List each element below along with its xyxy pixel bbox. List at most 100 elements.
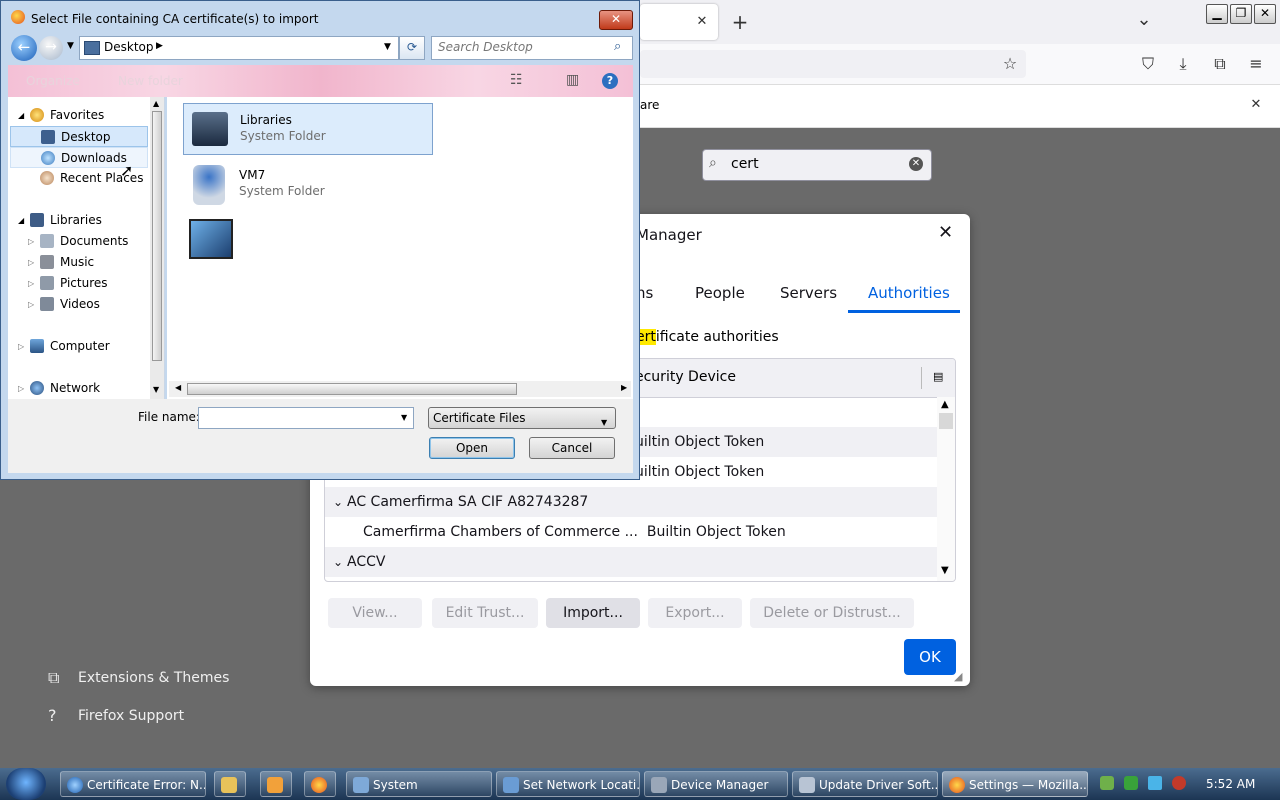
taskbar-item-firefox-settings[interactable]: Settings — Mozilla...	[942, 771, 1088, 797]
taskbar-item-certificate-error[interactable]: Certificate Error: N...	[60, 771, 206, 797]
nav-scrollbar[interactable]: ▲ ▼	[150, 97, 164, 399]
close-window-button[interactable]: ✕	[1254, 4, 1276, 24]
address-bar[interactable]: Desktop ▶ ▼	[79, 36, 399, 60]
tray-flag-icon[interactable]	[1124, 776, 1138, 790]
expand-icon[interactable]: ◢	[18, 210, 24, 231]
taskbar-explorer-button[interactable]	[214, 771, 246, 797]
help-icon[interactable]: ?	[602, 73, 618, 89]
file-item-computer[interactable]	[183, 215, 243, 267]
nav-libraries[interactable]: ◢ Libraries	[8, 210, 148, 231]
app-menu-icon[interactable]: ≡	[1244, 52, 1268, 76]
change-view-icon[interactable]: ☷	[510, 72, 523, 88]
open-button[interactable]: Open	[429, 437, 515, 459]
restore-window-button[interactable]: ❐	[1230, 4, 1252, 24]
list-all-tabs-icon[interactable]: ⌄	[1132, 8, 1156, 32]
resize-grip-icon[interactable]: ◢	[954, 670, 962, 683]
scroll-right-icon[interactable]: ▶	[621, 383, 627, 392]
view-button[interactable]: View...	[328, 598, 422, 628]
notification-close-icon[interactable]: ✕	[1244, 93, 1268, 117]
clear-search-icon[interactable]: ✕	[909, 157, 923, 171]
new-tab-button[interactable]: +	[728, 10, 752, 34]
nav-pictures[interactable]: ▷ Pictures	[8, 273, 148, 294]
table-row[interactable]: ⌄ AC Camerfirma SA CIF A82743287	[325, 487, 937, 517]
start-button[interactable]	[6, 768, 46, 800]
file-name-dropdown-icon[interactable]: ▼	[401, 413, 407, 422]
url-bar[interactable]: ☆	[640, 50, 1026, 78]
nav-favorites[interactable]: ◢ Favorites	[8, 105, 148, 126]
file-item-libraries[interactable]: Libraries System Folder	[183, 103, 433, 155]
scroll-down-icon[interactable]: ▼	[153, 385, 159, 394]
scroll-left-icon[interactable]: ◀	[175, 383, 181, 392]
table-row[interactable]: Camerfirma Chambers of Commerce ... Buil…	[325, 517, 937, 547]
preview-pane-icon[interactable]: ▥	[566, 72, 579, 88]
ok-button[interactable]: OK	[904, 639, 956, 675]
export-button[interactable]: Export...	[648, 598, 742, 628]
nav-network[interactable]: ▷ Network	[8, 378, 148, 399]
file-dialog-close-button[interactable]: ✕	[599, 10, 633, 30]
nav-desktop[interactable]: Desktop	[10, 126, 148, 147]
tray-security-icon[interactable]	[1100, 776, 1114, 790]
column-header-security-device[interactable]: ecurity Device	[635, 369, 736, 385]
edit-trust-button[interactable]: Edit Trust...	[432, 598, 538, 628]
tab-people[interactable]: People	[695, 284, 745, 302]
taskbar-item-network[interactable]: Set Network Locati...	[496, 771, 640, 797]
taskbar-item-update-driver[interactable]: Update Driver Soft...	[792, 771, 938, 797]
expand-icon[interactable]: ◢	[18, 105, 24, 126]
column-picker-icon[interactable]: ▤	[933, 370, 943, 383]
dialog-close-icon[interactable]: ✕	[938, 222, 953, 243]
extensions-icon[interactable]: ⧉	[1208, 52, 1232, 76]
bookmark-star-icon[interactable]: ☆	[998, 52, 1022, 76]
nav-music[interactable]: ▷ Music	[8, 252, 148, 273]
tray-network-icon[interactable]	[1148, 776, 1162, 790]
firefox-support-link[interactable]: Firefox Support	[78, 708, 184, 724]
cancel-button[interactable]: Cancel	[529, 437, 615, 459]
scroll-thumb[interactable]	[939, 413, 953, 429]
organize-button[interactable]: Organize	[26, 74, 80, 88]
taskbar-item-device-manager[interactable]: Device Manager	[644, 771, 788, 797]
clock[interactable]: 5:52 AM	[1206, 777, 1255, 791]
scroll-up-icon[interactable]: ▲	[153, 99, 159, 108]
collapse-icon[interactable]: ▷	[28, 294, 34, 315]
pocket-icon[interactable]: ⛉	[1136, 52, 1160, 76]
search-desktop-field[interactable]: Search Desktop ⌕	[431, 36, 633, 60]
table-row[interactable]: ⌄ ACCV	[325, 547, 937, 577]
recent-pages-dropdown-icon[interactable]: ▼	[67, 41, 74, 51]
file-type-select[interactable]: Certificate Files ▼	[428, 407, 616, 429]
new-folder-button[interactable]: New folder	[118, 74, 183, 88]
scroll-up-icon[interactable]: ▲	[941, 399, 949, 410]
tray-volume-icon[interactable]	[1172, 776, 1186, 790]
import-button[interactable]: Import...	[546, 598, 640, 628]
file-type-dropdown-icon[interactable]: ▼	[601, 413, 607, 433]
active-tab[interactable]: ✕	[640, 4, 718, 40]
taskbar-firefox-button[interactable]	[304, 771, 336, 797]
tab-servers[interactable]: Servers	[780, 284, 837, 302]
scroll-thumb[interactable]	[152, 111, 162, 361]
settings-search-field[interactable]: ⌕ cert ✕	[702, 149, 932, 181]
address-dropdown-icon[interactable]: ▼	[384, 42, 391, 52]
search-icon[interactable]: ⌕	[614, 39, 621, 54]
nav-documents[interactable]: ▷ Documents	[8, 231, 148, 252]
collapse-icon[interactable]: ▷	[28, 231, 34, 252]
chevron-down-icon[interactable]: ⌄	[333, 547, 343, 577]
collapse-icon[interactable]: ▷	[18, 378, 24, 399]
tab-authorities[interactable]: Authorities	[868, 284, 950, 302]
collapse-icon[interactable]: ▷	[28, 252, 34, 273]
collapse-icon[interactable]: ▷	[28, 273, 34, 294]
back-button[interactable]: ←	[11, 35, 37, 61]
refresh-icon[interactable]: ⟳	[399, 36, 425, 60]
nav-computer[interactable]: ▷ Computer	[8, 336, 148, 357]
forward-button[interactable]: →	[39, 36, 63, 60]
scroll-thumb[interactable]	[187, 383, 517, 395]
downloads-icon[interactable]: ⤓	[1171, 52, 1195, 76]
taskbar-media-button[interactable]	[260, 771, 292, 797]
nav-videos[interactable]: ▷ Videos	[8, 294, 148, 315]
breadcrumb-arrow-icon[interactable]: ▶	[156, 41, 163, 51]
extensions-themes-link[interactable]: Extensions & Themes	[78, 670, 229, 686]
file-item-vm7[interactable]: VM7 System Folder	[183, 159, 433, 211]
minimize-window-button[interactable]: ▁	[1206, 4, 1228, 24]
tab-close-icon[interactable]: ✕	[690, 10, 714, 34]
file-name-input[interactable]: ▼	[198, 407, 414, 429]
chevron-down-icon[interactable]: ⌄	[333, 487, 343, 517]
file-list-hscrollbar[interactable]: ◀ ▶	[169, 381, 631, 397]
delete-or-distrust-button[interactable]: Delete or Distrust...	[750, 598, 914, 628]
